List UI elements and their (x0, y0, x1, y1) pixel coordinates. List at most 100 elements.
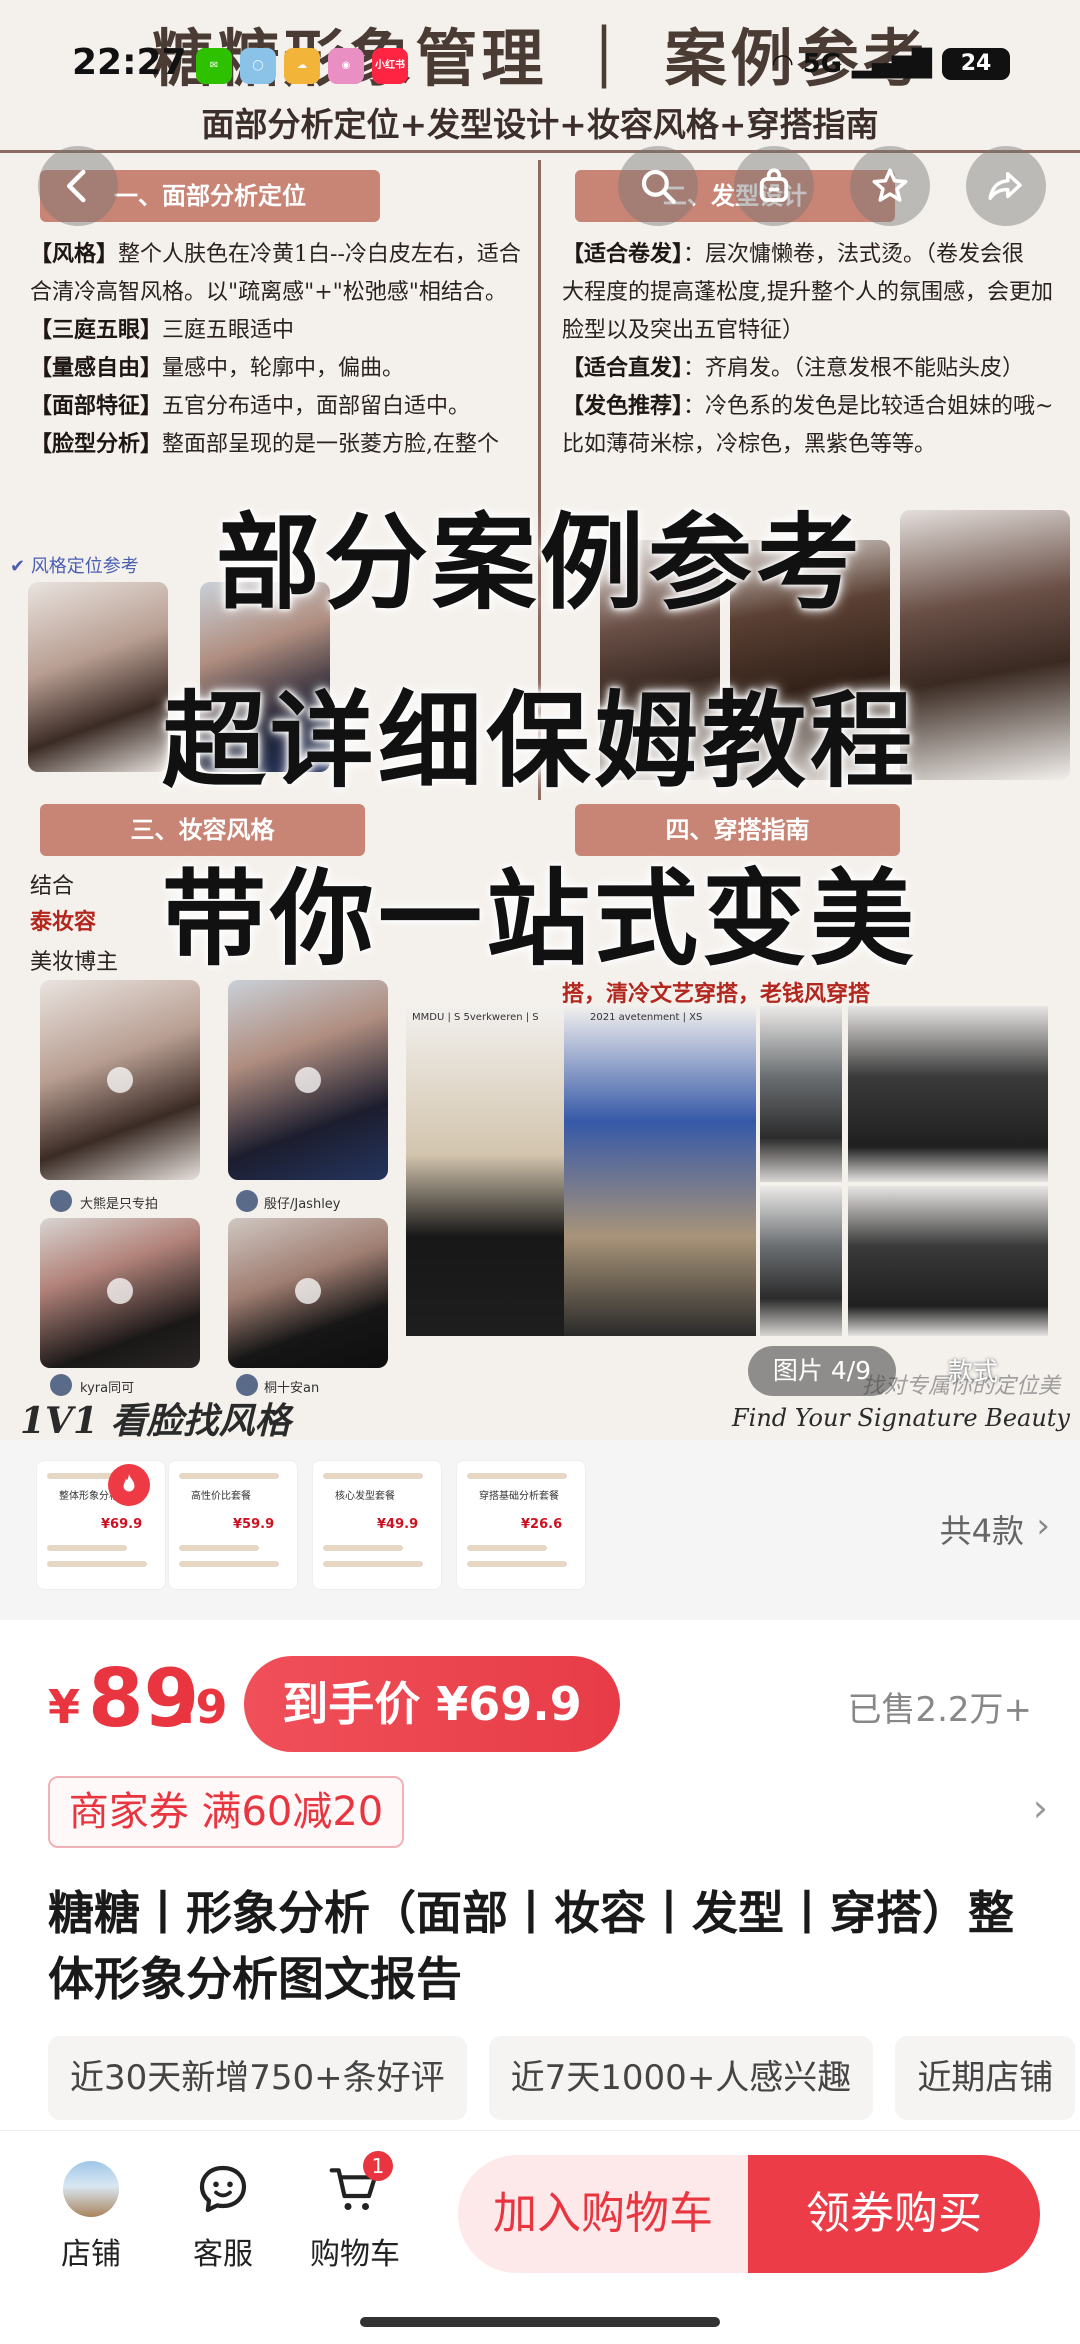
footer-caption: 1V1 看脸找风格 (20, 1400, 291, 1440)
variant-thumb[interactable]: 高性价比套餐 ¥59.9 (168, 1460, 298, 1590)
notification-icons: ✉ ◯ ☁ ◉ 小红书 (196, 48, 408, 84)
camera-app-icon: ◉ (328, 48, 364, 84)
footer-caption-en: Find Your Signature Beauty (731, 1404, 1070, 1432)
makeup-photo[interactable] (40, 1218, 200, 1368)
play-icon (107, 1067, 133, 1093)
makeup-photo[interactable] (40, 980, 200, 1180)
chevron-right-icon[interactable]: › (1033, 1786, 1048, 1830)
price-decimal: .9 (178, 1680, 228, 1734)
avatar (236, 1190, 258, 1212)
buy-now-button[interactable]: 领券购买 (748, 2155, 1040, 2273)
variant-selector[interactable]: 整体形象分析 ¥69.9 高性价比套餐 ¥59.9 核心发型套餐 ¥49.9 穿… (0, 1440, 1080, 1620)
wechat-icon: ✉ (196, 48, 232, 84)
variant-price: ¥69.9 (101, 1517, 143, 1532)
makeup-photo[interactable] (228, 980, 388, 1180)
hair-line: 大程度的提高蓬松度,提升整个人的氛围感，会更加 (562, 280, 1053, 305)
face-line: 【脸型分析】整面部呈现的是一张菱方脸,在整个 (30, 431, 500, 457)
thumb-decoration (323, 1473, 423, 1479)
photo-handle: 大熊是只专拍 (80, 1197, 159, 1212)
face-line: 【量感自由】量感中，轮廓中，偏曲。 (30, 355, 405, 381)
final-price-badge: 到手价 ¥69.9 (244, 1656, 620, 1752)
play-icon (295, 1067, 321, 1093)
variant-price: ¥26.6 (521, 1517, 563, 1532)
back-icon (66, 169, 86, 203)
thumb-decoration (179, 1545, 259, 1551)
xiaohongshu-icon: 小红书 (372, 48, 408, 84)
hair-line: 【适合直发】：齐肩发。（注意发根不能贴头皮） (562, 355, 1025, 381)
outfit-photo (760, 1006, 842, 1182)
star-icon (872, 168, 908, 202)
bottom-action-bar: 店铺 客服 1 购物车 加入购物车 领券购买 (0, 2130, 1080, 2344)
variant-price: ¥59.9 (233, 1517, 275, 1532)
share-icon (988, 172, 1022, 200)
highlight-chip[interactable]: 近期店铺 (895, 2036, 1076, 2120)
thumb-decoration (467, 1561, 567, 1567)
customer-service-button[interactable]: 客服 (168, 2161, 278, 2273)
variant-title: 穿搭基础分析套餐 (479, 1491, 559, 1502)
store-share-button[interactable] (734, 146, 814, 226)
hair-line: 【发色推荐】：冷色系的发色是比较适合姐妹的哦~ (562, 393, 1054, 419)
variant-thumb[interactable]: 核心发型套餐 ¥49.9 (312, 1460, 442, 1590)
cart-button[interactable]: 1 购物车 (300, 2151, 410, 2273)
overlay-headline: 部分案例参考 (215, 502, 864, 624)
status-right: ◠ 5G ▂▄▆█ 24 (773, 48, 1010, 80)
battery-icon: 24 (942, 48, 1010, 80)
outfit-photo (760, 1186, 842, 1336)
play-icon (107, 1278, 133, 1304)
highlight-chip[interactable]: 近7天1000+人感兴趣 (488, 2036, 874, 2120)
back-button[interactable] (38, 146, 118, 226)
sold-count: 已售2.2万+ (847, 1690, 1032, 1730)
hair-line: 【适合卷发】：层次慵懒卷，法式烫。（卷发会很 (562, 241, 1025, 267)
highlight-chips: 近30天新增750+条好评 近7天1000+人感兴趣 近期店铺 (48, 2036, 1080, 2122)
chevron-right-icon[interactable]: › (1036, 1506, 1050, 1546)
thumb-decoration (323, 1561, 423, 1567)
thumb-decoration (323, 1545, 403, 1551)
favorite-button[interactable] (850, 146, 930, 226)
cart-label: 购物车 (310, 2237, 400, 2272)
coupon-tag[interactable]: 商家券 满60减20 (48, 1776, 404, 1848)
product-image-carousel[interactable]: 糖糖形象管理 ｜ 案例参考 面部分析定位+发型设计+妆容风格+穿搭指南 一、面部… (0, 0, 1080, 1440)
style-tab-label[interactable]: 款式 (948, 1352, 998, 1388)
thumb-decoration (179, 1561, 279, 1567)
face-line: 【风格】整个人肤色在冷黄1白--冷白皮左右，适合 (30, 241, 521, 267)
chat-icon (195, 2161, 251, 2217)
shop-button[interactable]: 店铺 (36, 2161, 146, 2273)
search-button[interactable] (618, 146, 698, 226)
outfit-photo (848, 1006, 1048, 1182)
photo-handle: 殷仔/Jashley (264, 1197, 341, 1212)
outfit-tag: 2021 avetenment | XS (590, 1012, 703, 1023)
hair-line: 脸型以及突出五官特征） (562, 318, 805, 343)
play-icon (295, 1278, 321, 1304)
status-bar: 22:27 ✉ ◯ ☁ ◉ 小红书 ◠ 5G ▂▄▆█ 24 (0, 32, 1080, 102)
thumb-decoration (467, 1473, 567, 1479)
thumb-decoration (47, 1561, 147, 1567)
store-share-icon (759, 168, 789, 202)
highlight-chip[interactable]: 近30天新增750+条好评 (48, 2036, 467, 2120)
shop-label: 店铺 (61, 2237, 121, 2272)
variant-count[interactable]: 共4款 (940, 1506, 1024, 1552)
service-label: 客服 (193, 2237, 253, 2272)
thumb-decoration (47, 1545, 127, 1551)
makeup-photo[interactable] (228, 1218, 388, 1368)
search-icon (641, 169, 676, 204)
avatar (50, 1190, 72, 1212)
overlay-headline: 超详细保姆教程 (161, 680, 918, 802)
face-line: 合清冷高智风格。以"疏离感"+"松弛感"相结合。 (30, 280, 507, 305)
doc-subtitle: 面部分析定位+发型设计+妆容风格+穿搭指南 (201, 105, 879, 144)
variant-thumb[interactable]: 穿搭基础分析套餐 ¥26.6 (456, 1460, 586, 1590)
outfit-photo (848, 1186, 1048, 1336)
add-to-cart-button[interactable]: 加入购物车 (458, 2155, 748, 2273)
outfit-tag: MMDU | S 5verkweren | S (412, 1012, 539, 1023)
app-circle-icon: ◯ (240, 48, 276, 84)
signal-icon: ▂▄▆█ (852, 49, 932, 79)
share-button[interactable] (966, 146, 1046, 226)
status-time: 22:27 (72, 42, 187, 83)
outfit-photo (564, 1006, 756, 1336)
network-type: 5G (802, 49, 843, 79)
variant-price: ¥49.9 (377, 1517, 419, 1532)
image-counter: 图片 4/9 (748, 1346, 896, 1396)
thumb-decoration (179, 1473, 279, 1479)
price-currency: ¥ (48, 1680, 81, 1734)
home-indicator[interactable] (360, 2317, 720, 2327)
hot-badge (108, 1464, 150, 1506)
